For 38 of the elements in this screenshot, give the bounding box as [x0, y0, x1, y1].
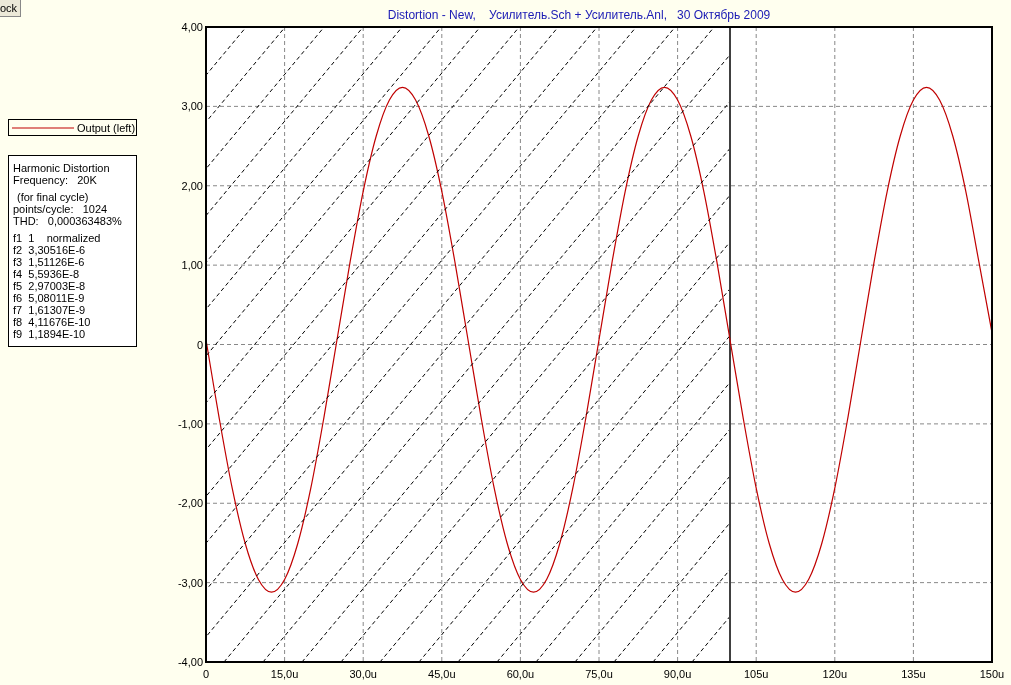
- x-tick-label: 120u: [822, 668, 848, 680]
- y-tick-label: 4,00: [181, 21, 203, 33]
- info-title: Harmonic Distortion: [13, 162, 111, 174]
- harmonic-value: f5 2,97003E-8: [13, 280, 87, 292]
- points-text: points/cycle: 1024: [13, 203, 109, 215]
- thd-text: THD: 0,000363483%: [13, 215, 123, 227]
- x-tick-label: 75,0u: [585, 668, 613, 680]
- frequency-text: Frequency: 20K: [13, 174, 98, 186]
- x-tick-label: 15,0u: [270, 668, 299, 680]
- info-note: (for final cycle): [16, 191, 90, 203]
- harmonic-value: f4 5,5936E-8: [13, 268, 81, 280]
- x-tick-label: 0: [202, 668, 210, 680]
- x-tick-label: 135u: [901, 668, 926, 680]
- harmonic-value: f8 4,11676E-10: [13, 316, 92, 328]
- y-tick-label: 2,00: [181, 179, 203, 192]
- harmonic-value: f7 1,61307E-9: [13, 304, 87, 316]
- x-tick-label: 45,0u: [428, 668, 456, 680]
- x-tick-label: 30,0u: [349, 668, 377, 680]
- harmonic-value: f2 3,30516E-6: [13, 244, 87, 256]
- y-tick-label: -3,00: [177, 576, 203, 589]
- x-tick-label: 150u: [979, 668, 1005, 680]
- x-tick-label: 90,0u: [663, 668, 692, 680]
- x-tick-label: 60,0u: [506, 668, 535, 680]
- y-tick-label: -4,00: [177, 656, 203, 668]
- y-tick-label: -2,00: [177, 497, 203, 510]
- harmonic-value: f3 1,51126E-6: [13, 256, 86, 268]
- toolbar-button[interactable]: ock: [0, 0, 22, 17]
- y-tick-label: 0: [196, 338, 203, 351]
- legend-label: Output (left): [77, 121, 136, 134]
- x-tick-label: 105u: [743, 668, 769, 680]
- y-tick-label: 3,00: [181, 100, 203, 113]
- y-tick-label: 1,00: [181, 259, 203, 272]
- harmonic-value: f1 1 normalized: [13, 232, 102, 244]
- chart-title: Distortion - New, Усилитель.Sch + Усилитель.Anl, 30 Октябрь 2009: [387, 8, 771, 22]
- harmonic-value: f6 5,08011E-9: [13, 292, 86, 304]
- harmonic-value: f9 1,1894E-10: [13, 328, 87, 340]
- legend-line-icon: [12, 124, 74, 131]
- y-tick-label: -1,00: [177, 417, 203, 430]
